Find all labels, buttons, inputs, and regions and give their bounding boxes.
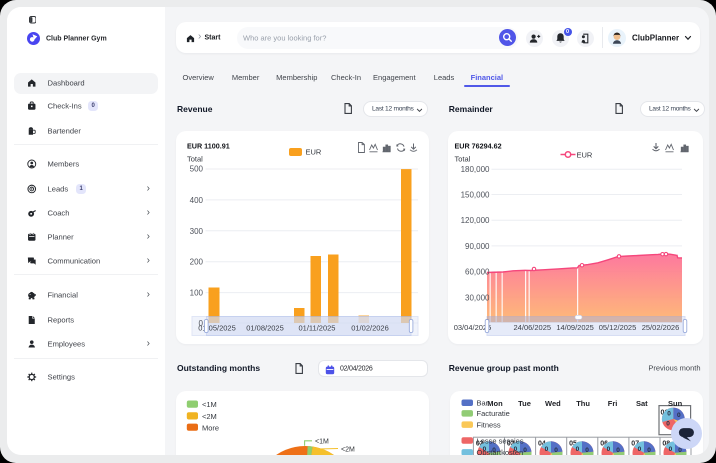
svg-text:Losse sessies: Losse sessies xyxy=(477,436,524,445)
svg-text:Mon: Mon xyxy=(487,399,503,408)
svg-text:Facturatie: Facturatie xyxy=(477,409,510,418)
svg-text:0: 0 xyxy=(667,410,671,417)
svg-text:100: 100 xyxy=(190,288,204,297)
svg-text:24/06/2025: 24/06/2025 xyxy=(514,323,552,332)
svg-text:01/11/2025: 01/11/2025 xyxy=(299,323,336,332)
svg-text:Tue: Tue xyxy=(518,399,531,408)
svg-text:300: 300 xyxy=(190,226,204,235)
svg-text:05/12/2025: 05/12/2025 xyxy=(599,323,637,332)
svg-text:Opstartkosten: Opstartkosten xyxy=(477,448,524,455)
svg-text:400: 400 xyxy=(190,195,204,204)
svg-text:Fri: Fri xyxy=(608,399,618,408)
svg-text:150,000: 150,000 xyxy=(461,190,490,199)
svg-text:120,000: 120,000 xyxy=(461,216,490,225)
svg-text:Thu: Thu xyxy=(576,399,590,408)
svg-text:01/08/2025: 01/08/2025 xyxy=(246,323,284,332)
svg-text:01/05/2025: 01/05/2025 xyxy=(198,323,236,332)
svg-text:500: 500 xyxy=(190,164,204,173)
svg-text:<1M: <1M xyxy=(315,438,329,445)
svg-text:25/02/2026: 25/02/2026 xyxy=(642,323,680,332)
svg-text:01/02/2026: 01/02/2026 xyxy=(351,323,389,332)
svg-text:Sun: Sun xyxy=(668,399,683,408)
svg-text:Sat: Sat xyxy=(636,399,648,408)
svg-text:Wed: Wed xyxy=(545,399,561,408)
svg-text:14/09/2025: 14/09/2025 xyxy=(556,323,594,332)
svg-text:<2M: <2M xyxy=(202,412,217,421)
svg-text:Fitness: Fitness xyxy=(477,420,501,429)
svg-text:180,000: 180,000 xyxy=(461,164,490,173)
svg-text:90,000: 90,000 xyxy=(465,241,490,250)
svg-text:<1M: <1M xyxy=(202,400,217,409)
svg-text:<2M: <2M xyxy=(341,446,355,453)
svg-text:More: More xyxy=(202,423,219,432)
svg-text:200: 200 xyxy=(190,257,204,266)
svg-text:60,000: 60,000 xyxy=(465,267,490,276)
svg-text:30,000: 30,000 xyxy=(465,293,490,302)
